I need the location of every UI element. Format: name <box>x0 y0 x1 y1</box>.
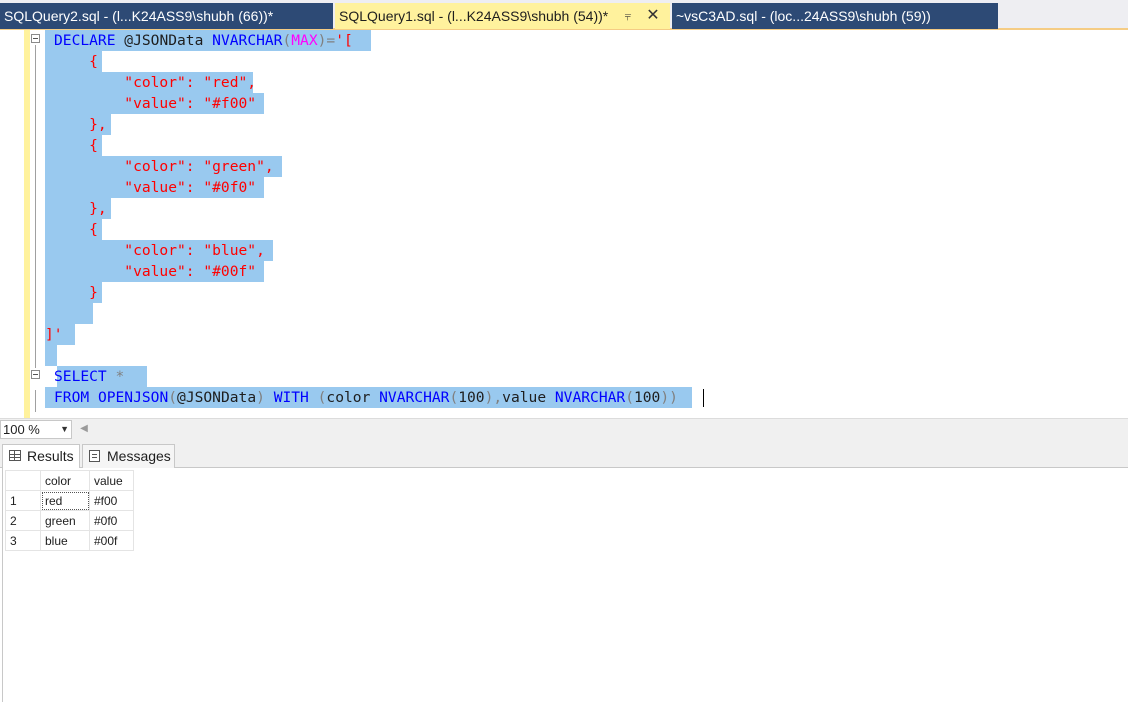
chevron-down-icon: ▼ <box>60 424 69 434</box>
tab-sqlquery1[interactable]: SQLQuery1.sql - (l...K24ASS9\shubh (54))… <box>335 3 670 29</box>
code-text: } <box>54 284 98 301</box>
code-line-11: "color": "blue", <box>0 240 1128 261</box>
code-line-6: { <box>0 135 1128 156</box>
corner-cell[interactable] <box>5 470 41 491</box>
code-text: { <box>54 53 98 70</box>
code-text: "color": "blue", <box>54 242 265 259</box>
document-tab-strip: SQLQuery2.sql - (l...K24ASS9\shubh (66))… <box>0 0 1128 30</box>
code-text: DECLARE @JSONData NVARCHAR(MAX)='[ <box>54 32 353 49</box>
code-line-8: "value": "#0f0" <box>0 177 1128 198</box>
code-text: }, <box>54 200 107 217</box>
row-number[interactable]: 3 <box>5 530 41 551</box>
text-caret <box>703 389 704 407</box>
code-line-1: DECLARE @JSONData NVARCHAR(MAX)='[ <box>0 30 1128 51</box>
code-text: "value": "#f00" <box>54 95 257 112</box>
tab-vsc3ad[interactable]: ~vsC3AD.sql - (loc...24ASS9\shubh (59)) <box>672 3 998 29</box>
code-line-2: { <box>0 51 1128 72</box>
selection <box>45 345 57 366</box>
code-line-17: SELECT * <box>0 366 1128 387</box>
results-tab-strip: Results Messages <box>0 440 1128 469</box>
zoom-dropdown[interactable]: 100 % ▼ <box>0 420 72 439</box>
column-header-color[interactable]: color <box>40 470 90 491</box>
table-row: 2 green #0f0 <box>5 510 134 531</box>
tab-results[interactable]: Results <box>2 444 80 469</box>
cell-value[interactable]: #00f <box>89 530 134 551</box>
tab-sqlquery2[interactable]: SQLQuery2.sql - (l...K24ASS9\shubh (66))… <box>0 3 333 29</box>
code-text: }, <box>54 116 107 133</box>
code-line-13: } <box>0 282 1128 303</box>
tab-label: SQLQuery1.sql - (l...K24ASS9\shubh (54))… <box>339 8 609 24</box>
row-number[interactable]: 1 <box>5 490 41 511</box>
selection <box>45 303 93 324</box>
collapse-icon[interactable] <box>31 34 40 43</box>
code-line-9: }, <box>0 198 1128 219</box>
code-text: "value": "#0f0" <box>54 179 257 196</box>
code-line-4: "value": "#f00" <box>0 93 1128 114</box>
table-row: 1 red #f00 <box>5 490 134 511</box>
code-line-12: "value": "#00f" <box>0 261 1128 282</box>
code-text: "color": "red", <box>54 74 257 91</box>
code-line-5: }, <box>0 114 1128 135</box>
code-text: "value": "#00f" <box>54 263 257 280</box>
tab-label: SQLQuery2.sql - (l...K24ASS9\shubh (66))… <box>4 8 274 24</box>
code-line-18: FROM OPENJSON(@JSONData) WITH (color NVA… <box>0 387 1128 408</box>
tab-messages-label: Messages <box>107 448 171 464</box>
message-icon <box>89 450 100 462</box>
collapse-icon[interactable] <box>31 370 40 379</box>
results-grid: color value 1 red #f00 2 green #0f0 3 bl… <box>5 470 134 551</box>
code-line-7: "color": "green", <box>0 156 1128 177</box>
code-text: { <box>54 221 98 238</box>
query-editor[interactable]: DECLARE @JSONData NVARCHAR(MAX)='[ { "co… <box>0 30 1128 418</box>
scroll-left-icon[interactable]: ◀ <box>78 421 90 437</box>
cell-color[interactable]: green <box>40 510 90 531</box>
row-number[interactable]: 2 <box>5 510 41 531</box>
pin-icon[interactable]: ⫧ <box>620 3 636 29</box>
tab-label: ~vsC3AD.sql - (loc...24ASS9\shubh (59)) <box>676 8 931 24</box>
code-line-10: { <box>0 219 1128 240</box>
results-grid-pane: color value 1 red #f00 2 green #0f0 3 bl… <box>2 468 1128 702</box>
cell-value[interactable]: #f00 <box>89 490 134 511</box>
code-text: ]' <box>45 326 63 343</box>
grid-icon <box>9 450 21 461</box>
header-row: color value <box>5 470 134 491</box>
code-text: FROM OPENJSON(@JSONData) WITH (color NVA… <box>54 389 678 406</box>
code-text: "color": "green", <box>54 158 274 175</box>
code-text: { <box>54 137 98 154</box>
zoom-value: 100 % <box>3 422 40 437</box>
cell-color[interactable]: red <box>40 490 90 511</box>
column-header-value[interactable]: value <box>89 470 134 491</box>
cell-color[interactable]: blue <box>40 530 90 551</box>
close-icon[interactable]: ✕ <box>645 3 661 29</box>
code-line-3: "color": "red", <box>0 72 1128 93</box>
code-line-15: ]' <box>0 324 1128 345</box>
table-row: 3 blue #00f <box>5 530 134 551</box>
code-text: SELECT * <box>54 368 125 385</box>
tab-messages[interactable]: Messages <box>82 444 175 468</box>
tab-results-label: Results <box>27 448 74 464</box>
cell-value[interactable]: #0f0 <box>89 510 134 531</box>
editor-status-bar: 100 % ▼ ◀ <box>0 418 1128 440</box>
